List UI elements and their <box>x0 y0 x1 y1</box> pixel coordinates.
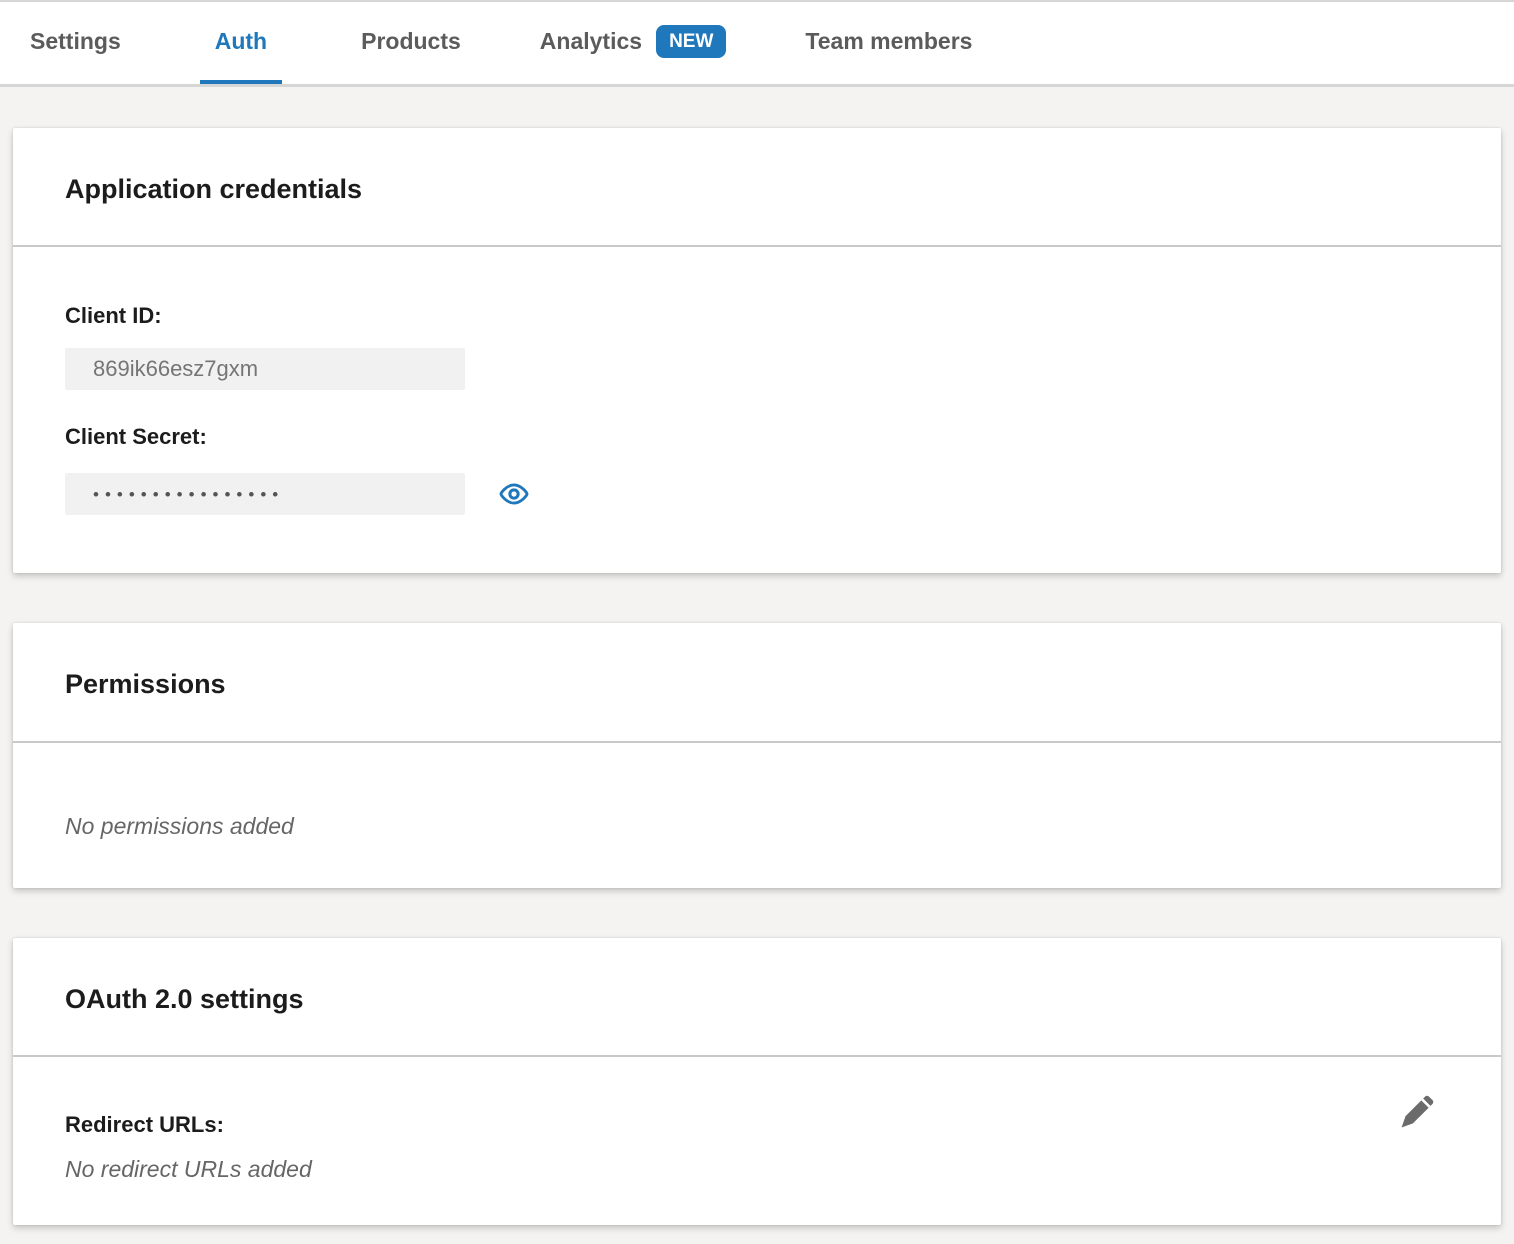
tab-bar: Settings Auth Products Analytics NEW Tea… <box>0 0 1514 87</box>
permissions-card: Permissions No permissions added <box>13 623 1501 887</box>
tab-settings-label: Settings <box>30 28 121 55</box>
client-id-label: Client ID: <box>65 303 1449 329</box>
tab-products[interactable]: Products <box>361 2 461 84</box>
client-secret-label: Client Secret: <box>65 424 1449 450</box>
edit-redirect-urls-button[interactable] <box>1397 1090 1439 1132</box>
client-secret-masked-value: •••••••••••••••• <box>93 483 284 505</box>
no-redirect-urls-text: No redirect URLs added <box>65 1156 1449 1183</box>
tab-auth[interactable]: Auth <box>200 2 282 84</box>
application-credentials-title: Application credentials <box>65 173 1449 205</box>
oauth-settings-body: Redirect URLs: No redirect URLs added <box>13 1057 1501 1225</box>
oauth-settings-title: OAuth 2.0 settings <box>65 983 1449 1015</box>
application-credentials-header: Application credentials <box>13 128 1501 245</box>
spacer <box>65 390 1449 424</box>
no-permissions-text: No permissions added <box>65 813 1449 840</box>
tab-settings[interactable]: Settings <box>30 2 121 84</box>
show-secret-button[interactable] <box>498 478 530 510</box>
application-credentials-card: Application credentials Client ID: 869ik… <box>13 128 1501 573</box>
oauth-settings-header: OAuth 2.0 settings <box>13 938 1501 1055</box>
permissions-header: Permissions <box>13 623 1501 740</box>
client-id-field[interactable]: 869ik66esz7gxm <box>65 348 465 390</box>
eye-icon <box>498 478 530 510</box>
oauth-settings-card: OAuth 2.0 settings Redirect URLs: No red… <box>13 938 1501 1225</box>
application-credentials-body: Client ID: 869ik66esz7gxm Client Secret:… <box>13 247 1501 573</box>
tab-auth-label: Auth <box>215 28 267 55</box>
tab-team-members-label: Team members <box>805 28 972 55</box>
new-badge: NEW <box>656 25 726 58</box>
tab-team-members[interactable]: Team members <box>805 2 972 84</box>
client-secret-field[interactable]: •••••••••••••••• <box>65 473 465 515</box>
main-content: Application credentials Client ID: 869ik… <box>0 87 1514 1225</box>
permissions-body: No permissions added <box>13 743 1501 888</box>
permissions-title: Permissions <box>65 668 1449 700</box>
tab-products-label: Products <box>361 28 461 55</box>
tab-analytics-label: Analytics <box>540 28 642 55</box>
tab-analytics[interactable]: Analytics NEW <box>540 2 727 84</box>
redirect-urls-label: Redirect URLs: <box>65 1112 1449 1138</box>
pencil-icon <box>1397 1090 1439 1132</box>
client-secret-row: •••••••••••••••• <box>65 473 1449 515</box>
